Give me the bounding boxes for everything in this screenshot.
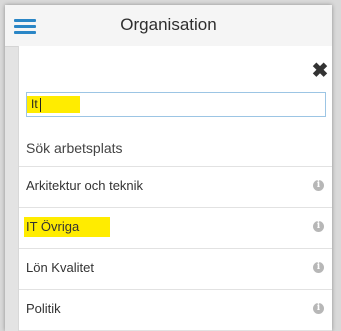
page-title: Organisation [120, 15, 217, 34]
list-item-label: Arkitektur och teknik [26, 178, 144, 193]
organisation-window: Organisation ✖ It Sök arbetsplats Arkite… [5, 5, 332, 331]
list-item-politik[interactable]: Politik i [19, 290, 332, 330]
info-icon[interactable]: i [313, 180, 324, 191]
text-caret [40, 98, 41, 112]
list-item-label: Politik [26, 301, 61, 316]
search-value: It [31, 97, 38, 111]
list-item-lon-kvalitet[interactable]: Lön Kvalitet i [19, 249, 332, 289]
list-item-arkitektur[interactable]: Arkitektur och teknik i [19, 167, 332, 207]
list-item-label: IT Övriga [26, 219, 80, 234]
list-item-it-ovriga[interactable]: IT Övriga i [19, 208, 332, 248]
close-icon[interactable]: ✖ [311, 61, 329, 81]
info-icon[interactable]: i [313, 221, 324, 232]
section-title: Sök arbetsplats [26, 140, 123, 156]
info-icon[interactable]: i [313, 262, 324, 273]
list-item-label: Lön Kvalitet [26, 260, 94, 275]
organisation-panel: ✖ It Sök arbetsplats Arkitektur och tekn… [18, 46, 332, 331]
search-input[interactable]: It [26, 92, 326, 117]
info-icon[interactable]: i [313, 303, 324, 314]
header-bar: Organisation [5, 5, 332, 47]
